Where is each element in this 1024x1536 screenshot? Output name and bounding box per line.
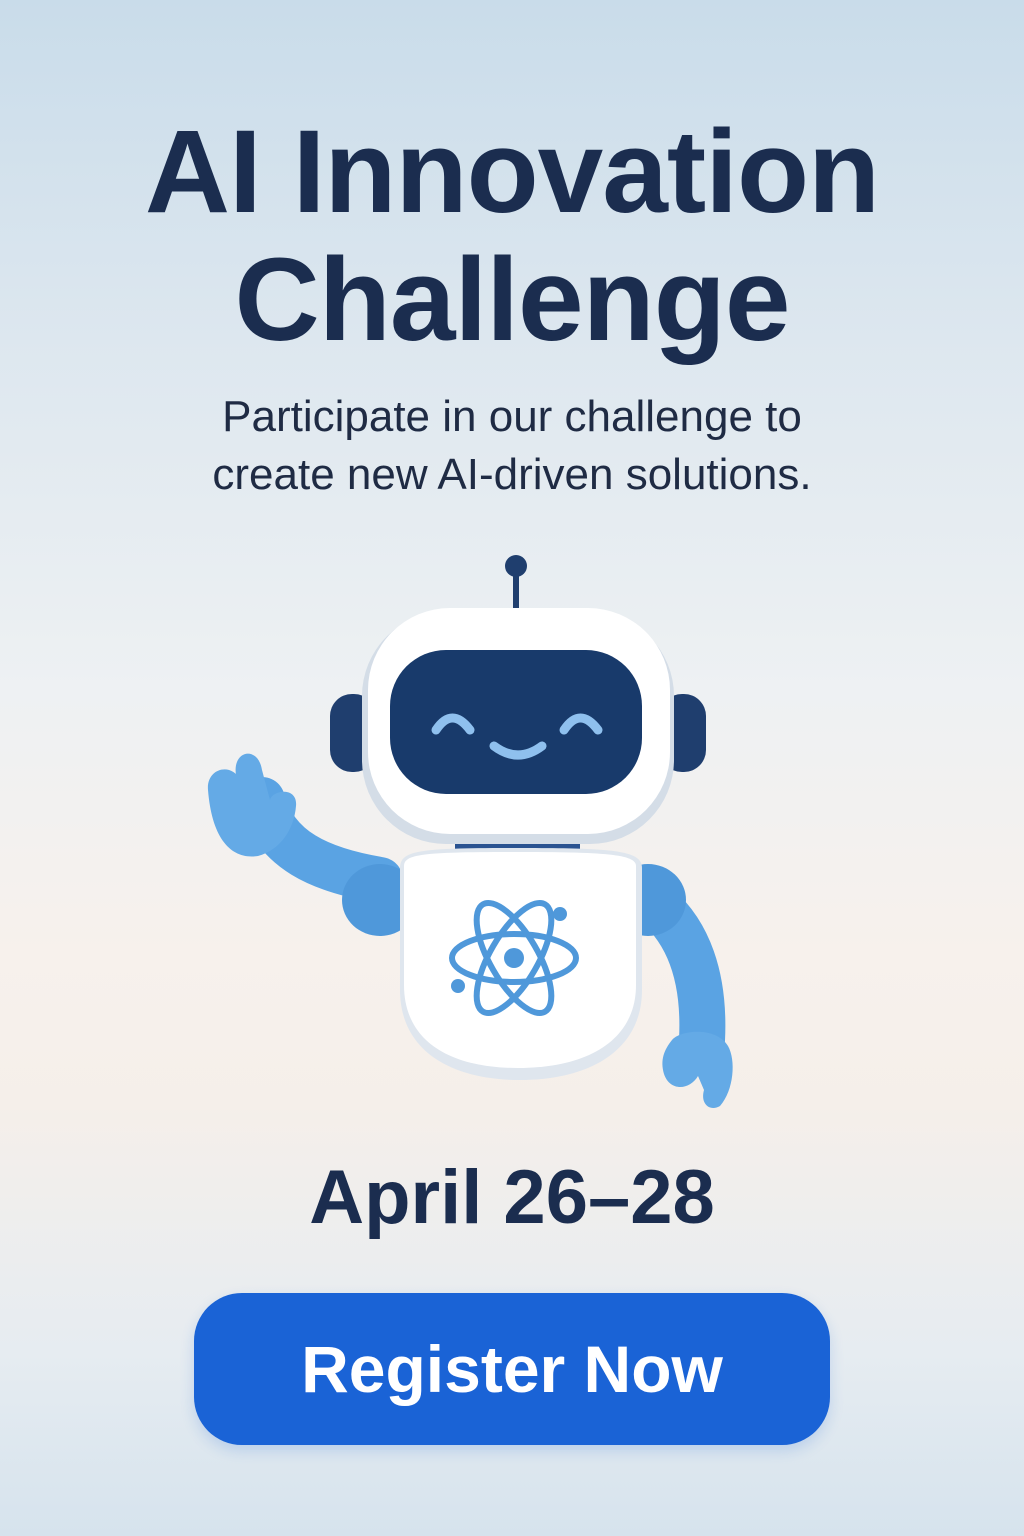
page-title: AI Innovation Challenge [0,108,1024,364]
atom-electron-1 [553,907,567,921]
atom-electron-2 [451,979,465,993]
robot-right-hand [662,1031,733,1109]
atom-nucleus [504,948,524,968]
register-now-button[interactable]: Register Now [194,1293,830,1445]
subtitle: Participate in our challenge to create n… [0,388,1024,504]
subtitle-line-1: Participate in our challenge to [222,392,802,441]
subtitle-line-2: create new AI-driven solutions. [212,450,812,499]
robot-antenna-tip [505,555,527,577]
title-line-1: AI Innovation [144,106,880,238]
robot-icon [207,555,733,1109]
robot-visor [390,650,642,794]
title-line-2: Challenge [234,234,791,366]
poster: AI Innovation Challenge Participate in o… [0,0,1024,1536]
event-date: April 26–28 [309,1155,715,1240]
